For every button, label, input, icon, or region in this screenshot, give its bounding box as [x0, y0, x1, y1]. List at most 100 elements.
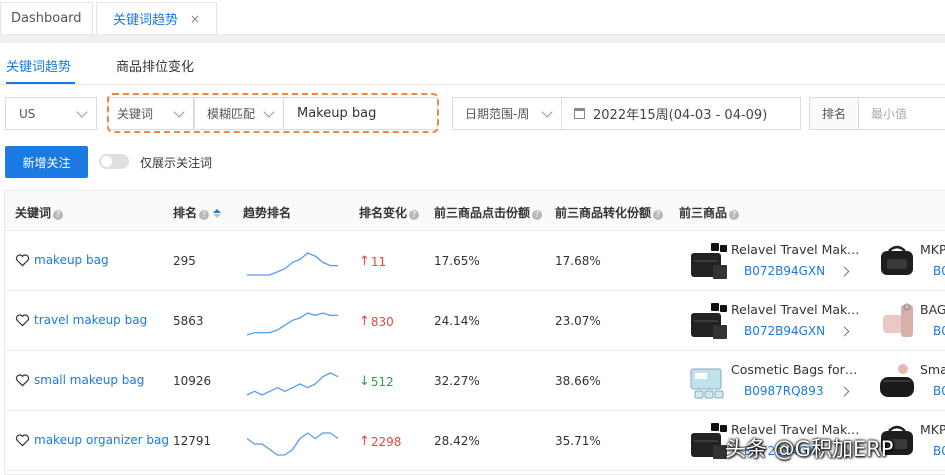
rank-value: 295: [173, 254, 196, 268]
click-share-value: 28.42%: [434, 434, 480, 448]
product-image[interactable]: [689, 241, 729, 281]
heart-icon[interactable]: [15, 253, 30, 267]
top-product-card[interactable]: MKP B0: [871, 237, 945, 287]
col-label: 排名: [173, 206, 198, 220]
product-image[interactable]: [689, 421, 729, 461]
trend-line: [247, 252, 338, 276]
week-value: 2022年15周(04-03 - 04-09): [593, 108, 768, 123]
keyword-cell: travel makeup bag: [15, 313, 147, 327]
chevron-right-icon[interactable]: [839, 326, 850, 337]
date-range-type-select[interactable]: 日期范围-周: [452, 97, 562, 130]
tab-label: 关键词趋势: [113, 13, 179, 28]
subtab-product-rank-change[interactable]: 商品排位变化: [116, 56, 194, 75]
help-icon[interactable]: ?: [653, 210, 664, 220]
col-label: 关键词: [15, 206, 52, 220]
trend-line: [246, 312, 338, 336]
help-icon[interactable]: ?: [53, 210, 64, 220]
product-title: Smal: [920, 362, 945, 377]
trend-line: [246, 432, 339, 456]
help-icon[interactable]: ?: [729, 210, 740, 220]
top-product-card[interactable]: Relavel Travel Make... B072B94GXN: [683, 237, 863, 287]
col-conv-share: 前三商品转化份额?: [555, 204, 664, 221]
product-asin-link[interactable]: B0: [933, 384, 945, 398]
trend-sparkline: [246, 432, 339, 456]
window-tab-bar: Dashboard 关键词趋势 ×: [0, 0, 945, 35]
keyword-link[interactable]: makeup bag: [34, 253, 109, 267]
rank-value: 5863: [173, 314, 204, 328]
top-product-card[interactable]: Relavel Travel Make... B072B94GXN: [683, 297, 863, 347]
top-product-card[interactable]: BAG B0: [871, 297, 945, 347]
col-keyword: 关键词?: [15, 204, 64, 221]
keyword-link[interactable]: small makeup bag: [34, 373, 144, 387]
col-rank[interactable]: 排名?: [173, 204, 222, 221]
help-icon[interactable]: ?: [532, 210, 543, 220]
rank-min-input[interactable]: 最小值: [858, 97, 945, 130]
rank-value: 12791: [173, 434, 212, 448]
product-asin-link[interactable]: B0: [933, 264, 945, 278]
product-asin-link[interactable]: B0: [933, 324, 945, 338]
add-follow-button[interactable]: 新增关注: [5, 146, 88, 178]
heart-icon[interactable]: [15, 433, 30, 447]
col-label: 排名变化: [359, 206, 408, 220]
product-title: Cosmetic Bags for W...: [731, 362, 861, 377]
col-label: 前三商品转化份额: [555, 206, 652, 220]
product-image[interactable]: [877, 301, 917, 341]
product-asin-link[interactable]: B072B94GXN: [744, 324, 825, 338]
keyword-link[interactable]: travel makeup bag: [34, 313, 147, 327]
product-image[interactable]: [689, 361, 729, 401]
tab-label: Dashboard: [11, 11, 82, 26]
col-label: 前三商品: [679, 206, 728, 220]
marketplace-select[interactable]: US: [5, 97, 97, 130]
rank-change-value: 512: [370, 374, 394, 389]
product-asin-link[interactable]: B0: [933, 444, 945, 458]
close-icon[interactable]: ×: [190, 12, 200, 26]
col-click-share: 前三商品点击份额?: [434, 204, 543, 221]
table-row: makeup bag 295 ↑ 11 17.65% 17.68% Relave…: [5, 231, 945, 291]
tab-dashboard[interactable]: Dashboard: [0, 2, 93, 34]
week-picker[interactable]: 2022年15周(04-03 - 04-09): [561, 97, 801, 130]
conv-share-value: 23.07%: [555, 314, 601, 328]
product-asin-link[interactable]: B0987RQ893: [744, 384, 823, 398]
keyword-link[interactable]: makeup organizer bag: [34, 433, 169, 447]
only-followed-label: 仅展示关注词: [140, 156, 213, 170]
keyword-cell: makeup organizer bag: [15, 433, 169, 447]
rank-change: ↑ 2298: [359, 434, 401, 449]
product-image[interactable]: [877, 361, 917, 401]
product-image[interactable]: [877, 241, 917, 281]
chevron-right-icon[interactable]: [839, 266, 850, 277]
heart-icon[interactable]: [15, 373, 30, 387]
rank-change-value: 830: [370, 314, 394, 329]
arrow-up-icon: ↑: [359, 254, 370, 269]
top-product-card[interactable]: Cosmetic Bags for W... B0987RQ893: [683, 357, 863, 407]
product-title: BAG: [920, 302, 945, 317]
rank-label-text: 排名: [821, 107, 846, 121]
heart-icon[interactable]: [15, 313, 30, 327]
trend-sparkline: [246, 312, 338, 336]
product-title: Relavel Travel Make...: [731, 242, 861, 257]
chevron-right-icon[interactable]: [839, 386, 850, 397]
arrow-up-icon: ↑: [359, 434, 370, 449]
tab-keyword-trend[interactable]: 关键词趋势 ×: [96, 2, 217, 34]
rank-value: 10926: [173, 374, 212, 388]
conv-share-value: 38.66%: [555, 374, 601, 388]
subtab-keyword-trend[interactable]: 关键词趋势: [6, 56, 71, 75]
col-top3: 前三商品?: [679, 204, 740, 221]
sort-icon[interactable]: [213, 209, 222, 218]
help-icon[interactable]: ?: [199, 210, 210, 220]
help-icon[interactable]: ?: [409, 210, 420, 220]
product-image[interactable]: [689, 301, 729, 341]
trend-sparkline: [246, 372, 339, 396]
arrow-down-icon: ↓: [359, 374, 370, 389]
rank-change: ↓ 512: [359, 374, 394, 389]
trend-line: [246, 372, 339, 396]
active-tab-indicator: [6, 82, 75, 84]
product-asin-link[interactable]: B072B94GXN: [744, 264, 825, 278]
table-row: small makeup bag 10926 ↓ 512 32.27% 38.6…: [5, 351, 945, 411]
product-title: MKP: [920, 242, 945, 257]
top-product-card[interactable]: Smal B0: [871, 357, 945, 407]
marketplace-value: US: [19, 106, 36, 121]
keyword-cell: makeup bag: [15, 253, 109, 267]
date-range-type-value: 日期范围-周: [465, 107, 530, 121]
conv-share-value: 35.71%: [555, 434, 601, 448]
only-followed-toggle[interactable]: [99, 154, 129, 169]
